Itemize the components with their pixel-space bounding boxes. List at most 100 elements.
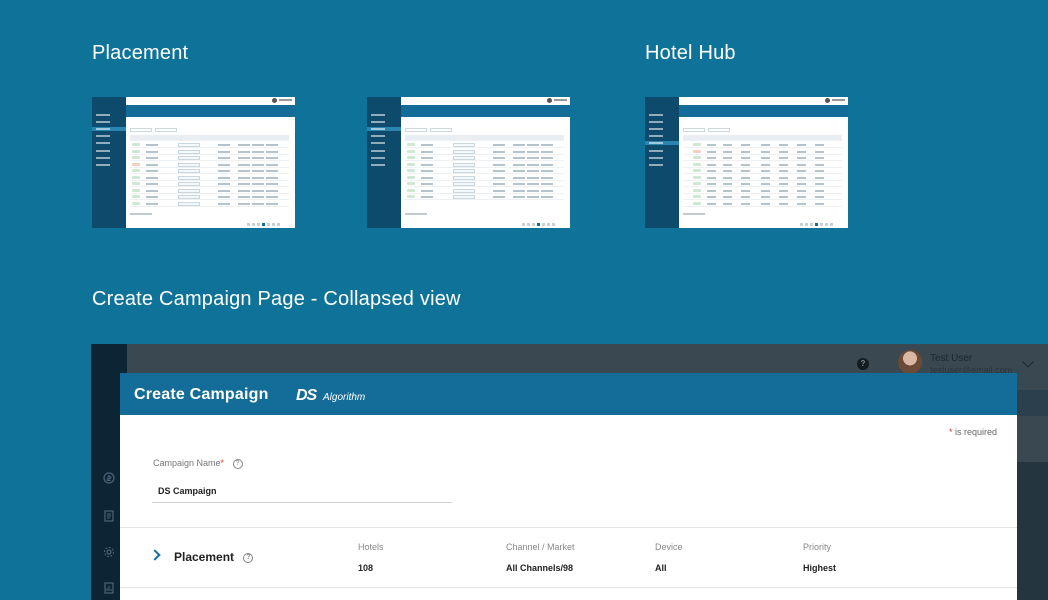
chevron-right-icon[interactable]	[149, 549, 161, 561]
thumb-avatar	[825, 98, 830, 103]
settings-icon[interactable]	[103, 546, 115, 558]
thumb-nav-item	[92, 134, 126, 138]
thumb-header	[679, 97, 848, 105]
logo-subtitle: Algorithm	[323, 392, 366, 403]
thumb-table-row	[683, 188, 842, 194]
channel-market-label: Channel / Market	[506, 542, 575, 552]
priority-label: Priority	[803, 542, 832, 552]
divider	[120, 587, 1017, 588]
thumb-table-row	[683, 175, 842, 181]
placement-section-toggle[interactable]: Placement ?	[174, 550, 254, 564]
hotel-hub-thumbnail[interactable]	[645, 97, 848, 228]
divider	[120, 527, 1017, 528]
thumb-tabs	[405, 119, 465, 132]
thumb-table-header	[405, 135, 564, 141]
placement-thumbnail-1[interactable]	[92, 97, 295, 228]
thumb-table-row	[405, 162, 564, 168]
thumb-table-row	[683, 168, 842, 174]
modal-title: Create Campaign	[134, 386, 269, 403]
placement-section-title: Placement	[92, 42, 189, 64]
thumb-nav-item	[92, 156, 126, 160]
thumb-nav-item	[645, 156, 679, 160]
hotels-label: Hotels	[358, 542, 384, 552]
thumb-nav-item	[92, 163, 126, 167]
user-name: Test User	[930, 353, 973, 364]
thumb-table-row	[405, 155, 564, 161]
campaign-name-input[interactable]	[152, 479, 452, 503]
thumb-avatar	[272, 98, 277, 103]
thumb-nav-item	[367, 149, 401, 153]
thumb-pagination	[522, 213, 562, 226]
thumb-nav-item	[645, 149, 679, 153]
thumb-nav-item	[645, 113, 679, 117]
modal-header: Create Campaign DS Algorithm	[120, 373, 1017, 415]
thumb-table-header	[130, 135, 289, 141]
thumb-nav-item	[92, 149, 126, 153]
help-circle-icon[interactable]: ?	[243, 552, 254, 563]
hotel-hub-section-title: Hotel Hub	[645, 42, 736, 64]
campaign-section-title: Create Campaign Page - Collapsed view	[92, 288, 461, 310]
thumb-nav-item	[367, 156, 401, 160]
required-star: *	[948, 427, 953, 437]
required-note-text: is required	[954, 427, 997, 437]
document-icon[interactable]	[103, 510, 115, 522]
priority-value: Highest	[803, 563, 837, 573]
thumb-table-row	[683, 162, 842, 168]
thumb-nav-item	[645, 141, 679, 145]
thumb-title-band	[126, 105, 295, 117]
field-required-star: *	[220, 458, 225, 468]
thumb-footer	[405, 213, 427, 215]
channel-market-value: All Channels/98	[506, 563, 574, 573]
background-panel	[1017, 416, 1048, 600]
thumb-nav-item	[367, 113, 401, 117]
thumb-pagination	[800, 213, 840, 226]
thumb-nav-item	[645, 134, 679, 138]
thumb-nav-item	[645, 120, 679, 124]
thumb-nav-item	[92, 141, 126, 145]
thumb-user	[832, 99, 845, 101]
thumb-table-row	[130, 181, 289, 187]
avatar[interactable]	[898, 350, 922, 374]
thumb-nav-item	[92, 127, 126, 131]
thumb-nav-item	[367, 163, 401, 167]
device-value: All	[655, 563, 667, 573]
thumb-table-row	[130, 175, 289, 181]
thumb-tabs	[130, 119, 190, 132]
thumb-table-row	[683, 201, 842, 207]
required-note: * is required	[949, 427, 997, 437]
thumb-nav-item	[92, 120, 126, 124]
thumb-title-band	[401, 105, 570, 117]
thumb-table-row	[130, 155, 289, 161]
thumb-header	[401, 97, 570, 105]
thumb-nav-item	[367, 120, 401, 124]
thumb-table-row	[130, 188, 289, 194]
device-label: Device	[655, 542, 683, 552]
thumb-table-row	[405, 175, 564, 181]
thumb-pagination	[247, 213, 287, 226]
report-icon[interactable]	[103, 582, 115, 594]
thumb-title-band	[679, 105, 848, 117]
help-circle-icon[interactable]: ?	[232, 458, 243, 469]
thumb-nav-item	[92, 113, 126, 117]
placement-thumbnail-2[interactable]	[367, 97, 570, 228]
ds-logo: DS	[296, 387, 317, 404]
thumb-table-row	[130, 149, 289, 155]
thumb-header	[126, 97, 295, 105]
create-campaign-modal: Create Campaign DS Algorithm * is requir…	[120, 373, 1017, 600]
thumb-table-row	[130, 201, 289, 207]
thumb-nav-item	[367, 141, 401, 145]
thumb-avatar	[547, 98, 552, 103]
thumb-table-row	[405, 142, 564, 148]
thumb-nav-item	[367, 127, 401, 131]
dollar-icon[interactable]	[103, 472, 115, 484]
placement-label: Placement	[174, 550, 235, 564]
thumb-table-row	[683, 155, 842, 161]
thumb-table-header	[683, 135, 842, 141]
thumb-table-row	[130, 162, 289, 168]
thumb-footer	[683, 213, 705, 215]
help-icon[interactable]: ?	[857, 358, 869, 370]
thumb-footer	[130, 213, 152, 215]
thumb-table-row	[405, 168, 564, 174]
thumb-table-row	[130, 168, 289, 174]
thumb-table-row	[405, 149, 564, 155]
